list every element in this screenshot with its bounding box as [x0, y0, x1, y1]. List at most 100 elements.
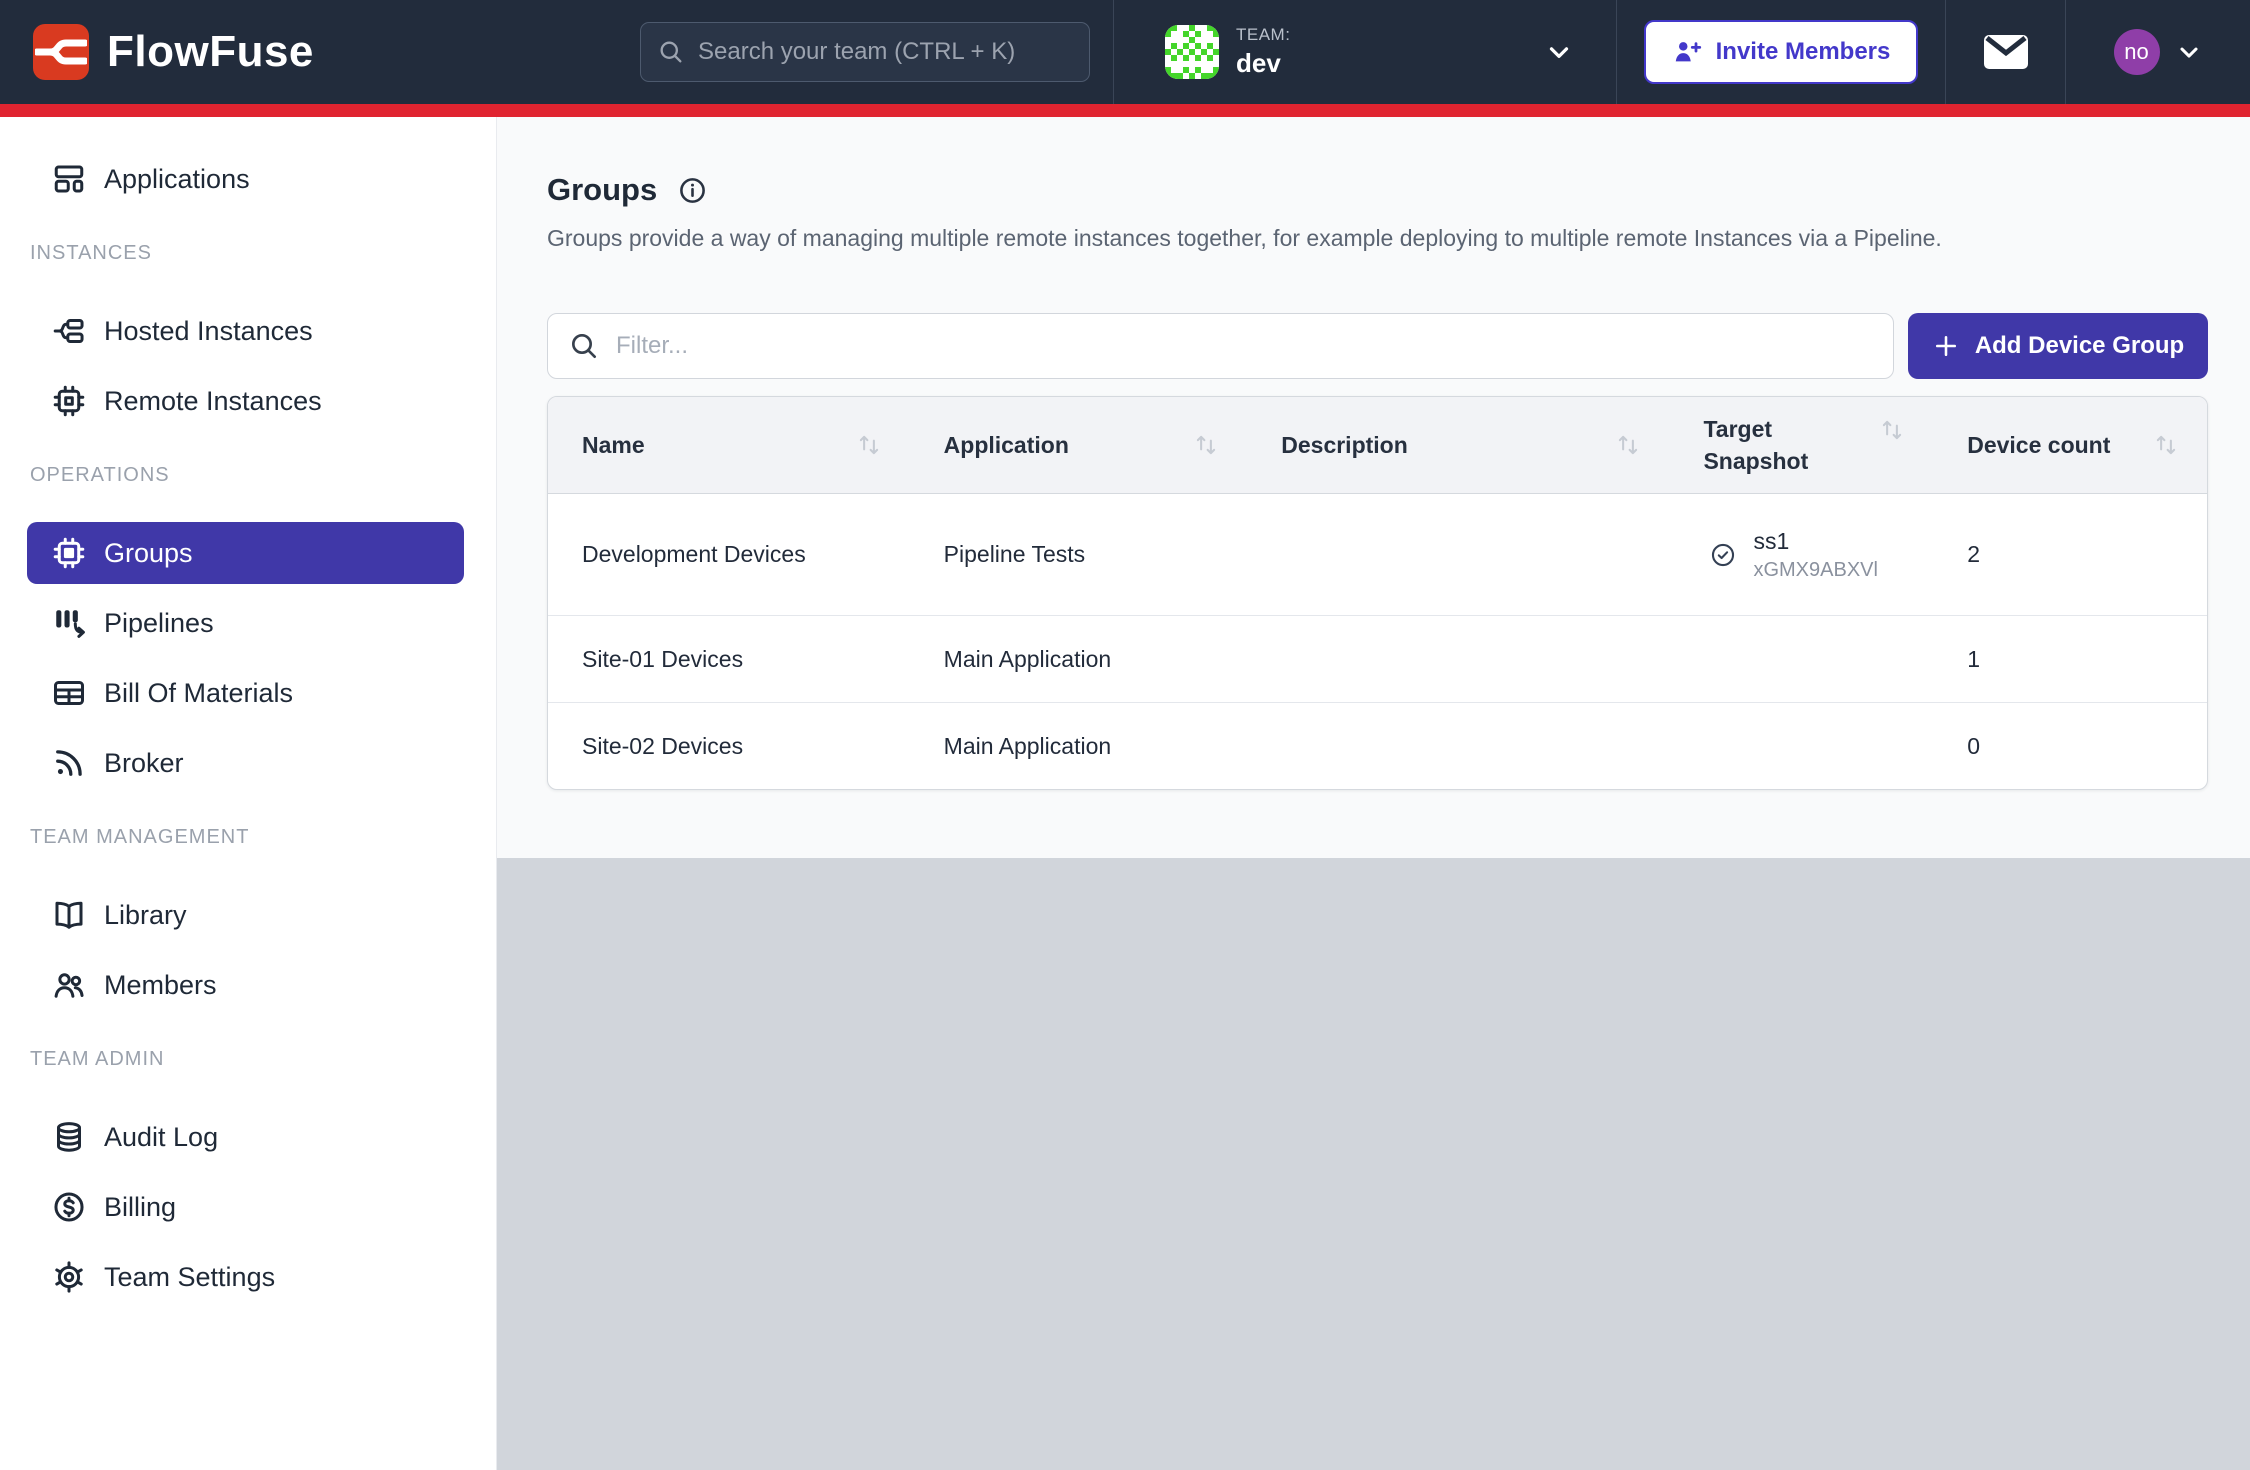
target-snapshot: ss1 xGMX9ABXVl	[1669, 528, 1877, 582]
cell-application: Main Application	[910, 616, 1248, 702]
sidebar-item-label: Broker	[104, 748, 184, 779]
column-label: Description	[1281, 432, 1408, 459]
cell-device-count: 2	[1933, 494, 2207, 615]
members-icon	[50, 966, 88, 1004]
bill-of-materials-icon	[50, 674, 88, 712]
sidebar-item-label: Remote Instances	[104, 386, 322, 417]
column-header-device-count[interactable]: Device count	[1933, 397, 2207, 493]
sort-icon	[2153, 432, 2179, 458]
search-input[interactable]	[698, 38, 1073, 66]
sidebar-item-pipelines[interactable]: Pipelines	[27, 592, 464, 654]
brand[interactable]: FlowFuse	[33, 0, 314, 104]
sort-icon	[1879, 417, 1905, 443]
cell-description	[1247, 703, 1669, 789]
sidebar-item-hosted-instances[interactable]: Hosted Instances	[27, 300, 464, 362]
sidebar-item-members[interactable]: Members	[27, 954, 464, 1016]
sort-icon	[1193, 432, 1219, 458]
table-row[interactable]: Site-02 Devices Main Application 0	[548, 702, 2207, 789]
notifications-button[interactable]	[1945, 0, 2065, 104]
user-plus-icon	[1672, 37, 1702, 67]
sidebar-section-team-admin: TEAM ADMIN	[30, 1048, 496, 1071]
applications-icon	[50, 160, 88, 198]
invite-members-button[interactable]: Invite Members	[1644, 20, 1919, 84]
audit-log-icon	[50, 1118, 88, 1156]
user-avatar: no	[2114, 29, 2160, 75]
device-group-icon	[50, 534, 88, 572]
sidebar-item-label: Groups	[104, 538, 193, 569]
cell-description	[1247, 616, 1669, 702]
snapshot-id: xGMX9ABXVl	[1753, 559, 1877, 582]
check-circle-icon	[1709, 541, 1737, 569]
user-menu[interactable]: no	[2065, 0, 2250, 104]
cell-name: Development Devices	[548, 494, 910, 615]
team-search[interactable]	[640, 22, 1090, 82]
sort-icon	[856, 432, 882, 458]
sidebar-item-label: Library	[104, 900, 187, 931]
team-name: dev	[1236, 48, 1290, 79]
column-header-name[interactable]: Name	[548, 397, 910, 493]
plus-icon	[1932, 332, 1960, 360]
sidebar-item-broker[interactable]: Broker	[27, 732, 464, 794]
team-selector[interactable]: TEAM: dev	[1113, 0, 1616, 104]
snapshot-name: ss1	[1753, 528, 1877, 555]
team-label: TEAM:	[1236, 25, 1290, 45]
team-avatar	[1165, 25, 1219, 79]
page-description: Groups provide a way of managing multipl…	[547, 225, 2208, 252]
add-device-group-label: Add Device Group	[1975, 332, 2184, 360]
sidebar-item-groups[interactable]: Groups	[27, 522, 464, 584]
sidebar-item-label: Bill Of Materials	[104, 678, 293, 709]
flowfuse-logo-icon	[33, 24, 89, 80]
page-title: Groups	[547, 172, 657, 208]
sidebar-item-label: Billing	[104, 1192, 176, 1223]
filter-input[interactable]	[616, 332, 1873, 360]
sidebar-item-audit-log[interactable]: Audit Log	[27, 1106, 464, 1168]
column-header-description[interactable]: Description	[1247, 397, 1669, 493]
search-icon	[657, 38, 685, 66]
sidebar-item-bill-of-materials[interactable]: Bill Of Materials	[27, 662, 464, 724]
pipelines-icon	[50, 604, 88, 642]
header-accent-bar	[0, 104, 2250, 117]
cell-target-snapshot	[1669, 616, 1933, 702]
cell-name: Site-02 Devices	[548, 703, 910, 789]
envelope-icon	[1983, 34, 2029, 70]
add-device-group-button[interactable]: Add Device Group	[1908, 313, 2208, 379]
sidebar-section-instances: INSTANCES	[30, 242, 496, 265]
sidebar-item-library[interactable]: Library	[27, 884, 464, 946]
sidebar-item-label: Team Settings	[104, 1262, 275, 1293]
table-header-row: Name Application	[548, 397, 2207, 494]
device-groups-table: Name Application	[547, 396, 2208, 790]
column-label: Application	[944, 432, 1069, 459]
filter-box	[547, 313, 1894, 379]
search-icon	[568, 330, 600, 362]
sidebar-item-applications[interactable]: Applications	[27, 148, 464, 210]
cell-name: Site-01 Devices	[548, 616, 910, 702]
cell-application: Pipeline Tests	[910, 494, 1248, 615]
app-header: FlowFuse	[0, 0, 2250, 104]
sidebar-item-remote-instances[interactable]: Remote Instances	[27, 370, 464, 432]
brand-name: FlowFuse	[107, 27, 314, 77]
sidebar-item-team-settings[interactable]: Team Settings	[27, 1246, 464, 1308]
chevron-down-icon	[1544, 37, 1574, 67]
sidebar-section-operations: OPERATIONS	[30, 464, 496, 487]
cell-device-count: 1	[1933, 616, 2207, 702]
column-label: Target Snapshot	[1703, 413, 1838, 477]
billing-icon	[50, 1188, 88, 1226]
hosted-instances-icon	[50, 312, 88, 350]
table-row[interactable]: Development Devices Pipeline Tests	[548, 494, 2207, 615]
remote-instances-icon	[50, 382, 88, 420]
sort-icon	[1615, 432, 1641, 458]
cell-description	[1247, 494, 1669, 615]
sidebar-item-label: Members	[104, 970, 217, 1001]
table-row[interactable]: Site-01 Devices Main Application 1	[548, 615, 2207, 702]
column-label: Device count	[1967, 432, 2110, 459]
sidebar-section-team-management: TEAM MANAGEMENT	[30, 826, 496, 849]
sidebar: Applications INSTANCES Hosted Instances	[0, 117, 497, 1470]
column-header-target-snapshot[interactable]: Target Snapshot	[1669, 397, 1933, 493]
cell-target-snapshot	[1669, 703, 1933, 789]
column-header-application[interactable]: Application	[910, 397, 1248, 493]
cell-device-count: 0	[1933, 703, 2207, 789]
sidebar-item-label: Hosted Instances	[104, 316, 313, 347]
sidebar-item-billing[interactable]: Billing	[27, 1176, 464, 1238]
info-circle-icon[interactable]	[677, 175, 708, 206]
column-label: Name	[582, 432, 645, 459]
